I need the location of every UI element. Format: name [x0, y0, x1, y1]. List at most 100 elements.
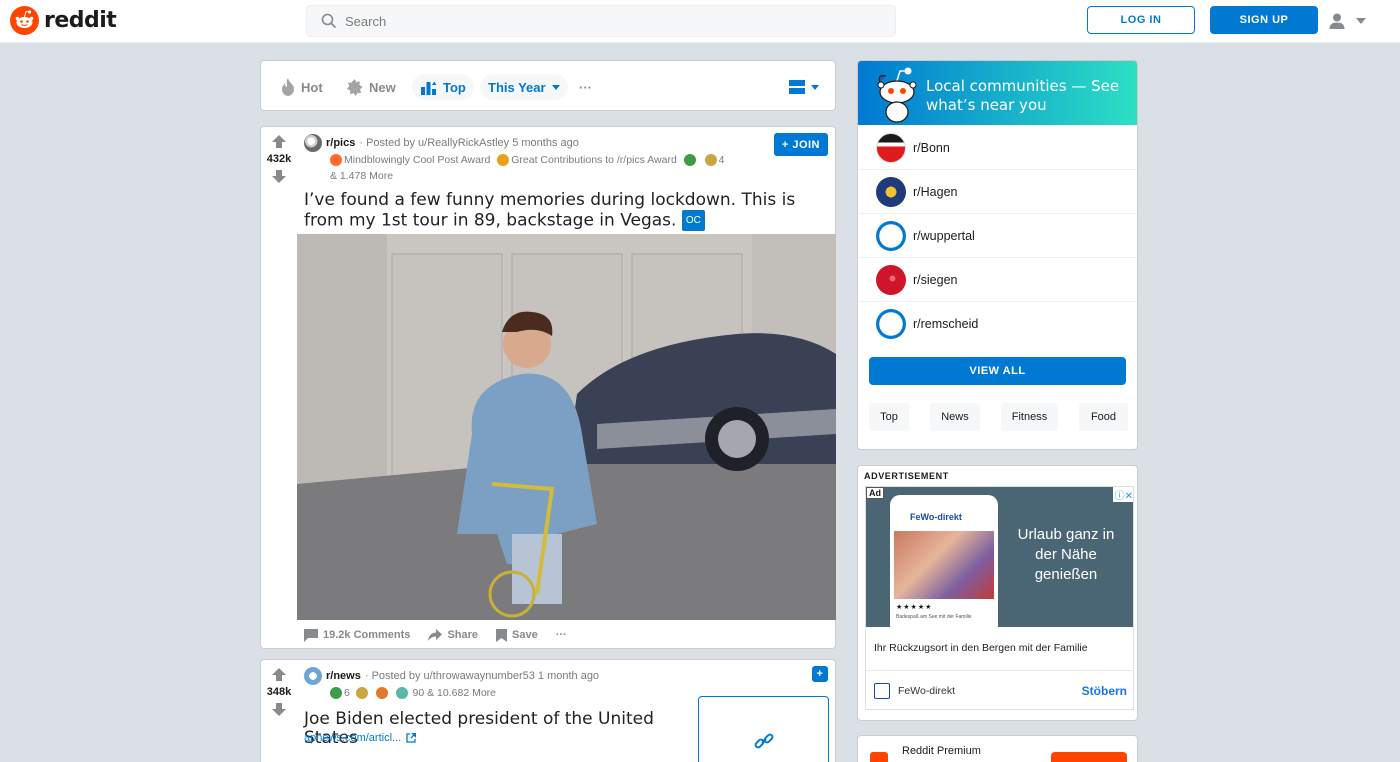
downvote-arrow-icon[interactable] — [272, 169, 286, 183]
vote-column: 348k — [261, 660, 297, 716]
view-all-button[interactable]: VIEW ALL — [869, 357, 1126, 385]
remscheid-icon — [876, 309, 906, 339]
chevron-down-icon — [1356, 18, 1366, 24]
search-bar[interactable] — [306, 5, 896, 37]
award-count: 6 — [344, 687, 350, 699]
save-label: Save — [512, 629, 538, 641]
post-card[interactable]: 432k r/pics · Posted by u/ReallyRickAstl… — [260, 126, 836, 649]
signup-button[interactable]: SIGN UP — [1210, 6, 1318, 34]
gold-award-icon — [704, 154, 717, 167]
award-count: 4 — [718, 154, 725, 166]
post-image[interactable] — [297, 234, 836, 620]
ad-headline: Urlaub ganz in der Nähe genießen — [1017, 526, 1115, 583]
ad-phone-mockup: FeWo-direkt ★★★★★ Badespaß am See mit de… — [890, 495, 998, 627]
post-meta: r/pics · Posted by u/ReallyRickAstley 5 … — [304, 134, 579, 152]
community-item-wuppertal[interactable]: r/wuppertal — [858, 214, 1137, 258]
tag-food[interactable]: Food — [1079, 403, 1128, 431]
sort-hot[interactable]: Hot — [281, 74, 323, 100]
link-thumbnail[interactable] — [698, 696, 829, 762]
search-icon — [321, 13, 337, 29]
top-header: reddit LOG IN SIGN UP — [0, 0, 1400, 43]
share-button[interactable]: Share — [428, 629, 478, 641]
share-label: Share — [447, 629, 479, 641]
login-button[interactable]: LOG IN — [1087, 6, 1195, 34]
posted-by: · Posted by u/ReallyRickAstley 5 months … — [359, 137, 579, 149]
join-button[interactable]: + — [812, 666, 828, 682]
user-dropdown[interactable] — [1328, 10, 1372, 32]
post-actions: 19.2k Comments Share Save ··· — [304, 624, 567, 646]
downvote-arrow-icon[interactable] — [272, 702, 286, 716]
ad-label: ADVERTISEMENT — [864, 471, 949, 481]
search-input[interactable] — [345, 13, 845, 29]
premium-shield-icon — [870, 752, 888, 762]
sort-hot-label: Hot — [301, 79, 323, 95]
rating-stars-icon: ★★★★★ — [896, 604, 933, 611]
ad-cta-link[interactable]: Stöbern — [1082, 684, 1127, 698]
ad-badge: Ad — [866, 487, 884, 499]
ad-phone-caption: Badespaß am See mit der Familie — [896, 614, 972, 620]
save-button[interactable]: Save — [496, 628, 538, 642]
tag-news[interactable]: News — [930, 403, 980, 431]
ad-banner[interactable]: Ad ⓘ✕ FeWo-direkt ★★★★★ Badespaß am See … — [866, 487, 1133, 627]
community-label: r/Bonn — [913, 140, 950, 155]
burst-icon — [346, 78, 363, 96]
subreddit-link[interactable]: r/pics — [326, 137, 355, 149]
siegen-crest-icon — [876, 264, 906, 295]
subreddit-avatar-icon[interactable] — [304, 134, 322, 152]
caret-down-icon — [551, 84, 560, 90]
community-label: r/remscheid — [913, 317, 979, 331]
ad-content[interactable]: Ad ⓘ✕ FeWo-direkt ★★★★★ Badespaß am See … — [865, 486, 1134, 710]
upvote-arrow-icon[interactable] — [272, 135, 286, 149]
wuppertal-icon — [876, 220, 906, 251]
link-domain: apnews.com/articl... — [304, 732, 402, 744]
sort-more-button[interactable]: ··· — [579, 74, 592, 100]
bonn-crest-icon — [876, 132, 906, 163]
post-title[interactable]: I’ve found a few funny memories during l… — [304, 191, 829, 231]
tag-top[interactable]: Top — [869, 403, 909, 431]
award-more[interactable]: 90 & 10.682 More — [413, 687, 496, 699]
post-more-button[interactable]: ··· — [556, 629, 567, 641]
community-item-hagen[interactable]: r/Hagen — [858, 170, 1137, 214]
link-chain-icon — [754, 733, 773, 749]
top-chart-icon — [421, 81, 437, 95]
ad-tagline: Ihr Rückzugsort in den Bergen mit der Fa… — [866, 627, 1133, 671]
subreddit-avatar-icon[interactable] — [304, 667, 322, 685]
vote-count: 432k — [266, 153, 292, 165]
community-item-remscheid[interactable]: r/remscheid — [858, 302, 1137, 346]
adchoices-icon[interactable]: ⓘ✕ — [1112, 487, 1133, 502]
sort-new[interactable]: New — [346, 74, 396, 100]
post-card[interactable]: 348k r/news · Posted by u/throwawaynumbe… — [260, 659, 836, 762]
comments-button[interactable]: 19.2k Comments — [304, 628, 411, 642]
join-button[interactable]: + JOIN — [773, 133, 828, 156]
vote-count: 348k — [266, 686, 292, 698]
tag-fitness[interactable]: Fitness — [1001, 403, 1058, 431]
sort-top-label: Top — [443, 79, 466, 95]
snoo-mascot-icon — [877, 67, 917, 123]
awards-row: Mindblowingly Cool Post Award Great Cont… — [330, 152, 750, 184]
sort-top[interactable]: Top — [412, 74, 474, 100]
premium-title: Reddit Premium — [902, 745, 981, 757]
community-item-bonn[interactable]: r/Bonn — [858, 126, 1137, 170]
external-link[interactable]: apnews.com/articl... — [304, 732, 417, 744]
logo-wordmark: reddit — [44, 8, 117, 33]
local-communities-title: Local communities — See what’s near you — [926, 77, 1120, 114]
post-meta: r/news · Posted by u/throwawaynumber53 1… — [304, 667, 599, 685]
reddit-logo[interactable]: reddit — [10, 6, 117, 35]
layout-switcher[interactable] — [789, 74, 819, 100]
user-icon — [1329, 13, 1345, 29]
upvote-arrow-icon[interactable] — [272, 668, 286, 682]
community-item-siegen[interactable]: r/siegen — [858, 258, 1137, 302]
try-premium-button[interactable] — [1051, 752, 1127, 762]
share-arrow-icon — [428, 629, 443, 641]
award-label: Mindblowingly Cool Post Award — [344, 154, 491, 166]
award-more[interactable]: & 1.478 More — [330, 170, 393, 182]
timeframe-dropdown[interactable]: This Year — [480, 74, 568, 100]
subreddit-link[interactable]: r/news — [326, 670, 361, 682]
community-label: r/siegen — [913, 272, 958, 287]
comments-label: 19.2k Comments — [323, 629, 411, 641]
local-communities-header: Local communities — See what’s near you — [858, 61, 1137, 125]
community-label: r/Hagen — [913, 184, 958, 199]
ad-brand[interactable]: FeWo-direkt — [874, 683, 955, 699]
wholesome-award-icon — [683, 154, 696, 167]
silver-award-icon — [395, 687, 408, 700]
